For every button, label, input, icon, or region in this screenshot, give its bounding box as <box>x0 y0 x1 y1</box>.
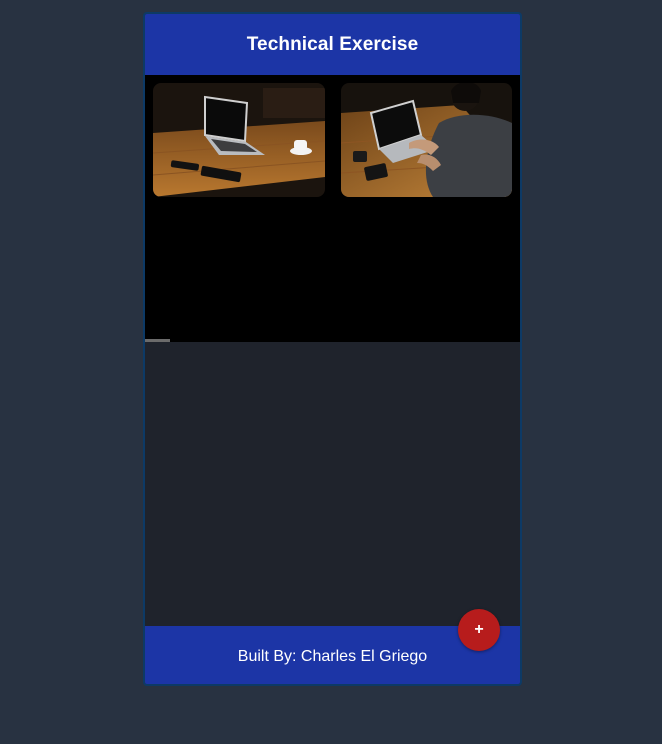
app-header: Technical Exercise <box>145 14 520 75</box>
add-button[interactable]: + <box>458 609 500 651</box>
footer-credit: Built By: Charles El Griego <box>237 648 428 665</box>
content-area <box>145 342 520 626</box>
laptop-on-table-photo[interactable] <box>153 83 325 197</box>
plus-icon: + <box>474 621 484 638</box>
person-typing-laptop-photo[interactable] <box>341 83 512 197</box>
app-frame: Technical Exercise Built By: Charles El … <box>143 12 522 686</box>
page-title: Technical Exercise <box>246 33 419 55</box>
image-gallery[interactable] <box>145 75 520 342</box>
